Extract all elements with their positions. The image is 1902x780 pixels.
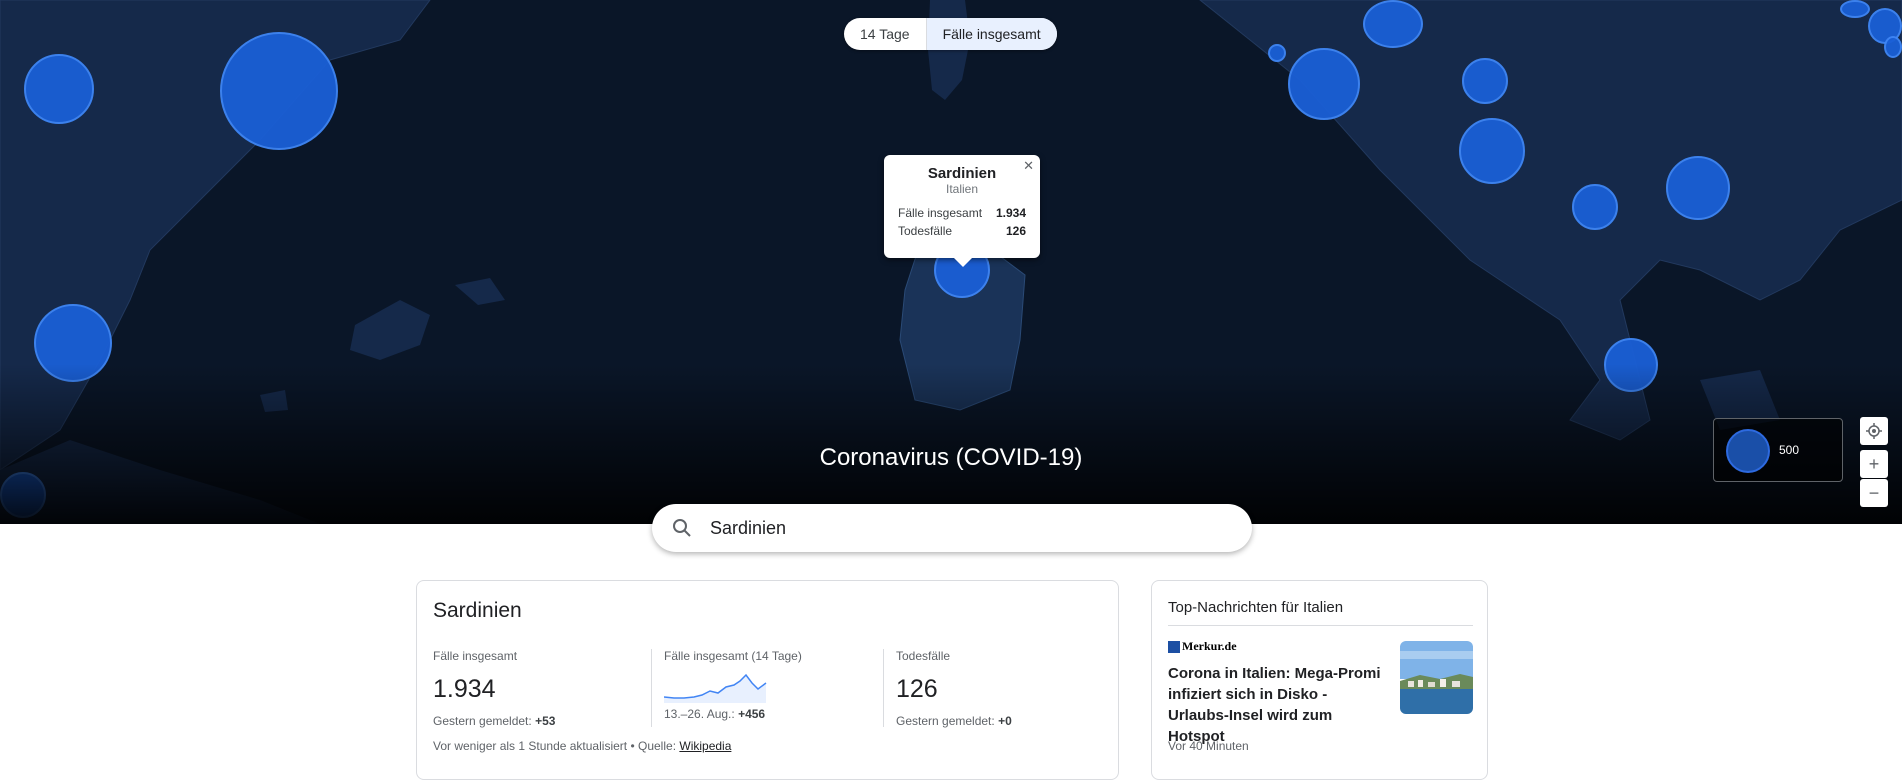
case-bubble[interactable]: [1884, 36, 1902, 58]
popup-row-deaths: Todesfälle 126: [898, 222, 1026, 240]
divider: [651, 649, 652, 727]
news-title: Top-Nachrichten für Italien: [1168, 599, 1344, 616]
stat-total-cases: Fälle insgesamt 1.934 Gestern gemeldet: …: [433, 649, 633, 728]
popup-value: 126: [1005, 224, 1026, 238]
toggle-14-days[interactable]: 14 Tage: [844, 18, 926, 50]
search-icon: [673, 519, 691, 537]
zoom-in-button[interactable]: +: [1860, 450, 1888, 478]
source-link[interactable]: Wikipedia: [679, 739, 731, 753]
case-bubble[interactable]: [1462, 58, 1508, 104]
legend-value: 500: [1779, 443, 1800, 457]
case-bubble[interactable]: [1459, 118, 1525, 184]
case-bubble[interactable]: [1288, 48, 1360, 120]
divider: [883, 649, 884, 727]
news-source-name: Merkur.de: [1182, 639, 1237, 653]
popup-label: Todesfälle: [898, 224, 953, 238]
stat-value: 1.934: [433, 675, 496, 703]
covid-map[interactable]: 14 Tage Fälle insgesamt ✕ Sardinien Ital…: [0, 0, 1902, 524]
stat-note: 13.–26. Aug.: +456: [664, 707, 766, 721]
case-bubble[interactable]: [1840, 0, 1870, 18]
legend-bubble: [1726, 429, 1770, 473]
case-bubble[interactable]: [1268, 44, 1286, 62]
case-bubble[interactable]: [1572, 184, 1618, 230]
stat-note: Gestern gemeldet: +53: [433, 714, 556, 728]
updated-text: Vor weniger als 1 Stunde aktualisiert: [433, 739, 628, 753]
stat-note: Gestern gemeldet: +0: [896, 714, 1012, 728]
popup-title: Sardinien: [927, 165, 997, 182]
trend-sparkline: [664, 673, 767, 703]
news-card: Top-Nachrichten für Italien Merkur.de Co…: [1151, 580, 1488, 780]
region-title: Sardinien: [433, 599, 522, 622]
close-icon[interactable]: ✕: [1023, 158, 1034, 174]
page-title: Coronavirus (COVID-19): [819, 444, 1083, 471]
locate-icon: [1866, 423, 1882, 439]
popup-row-total: Fälle insgesamt 1.934: [898, 204, 1026, 222]
region-popup: ✕ Sardinien Italien Fälle insgesamt 1.93…: [884, 155, 1040, 267]
stat-value: 126: [896, 675, 938, 703]
news-thumbnail-image: [1400, 641, 1473, 714]
stat-label: Fälle insgesamt (14 Tage): [664, 649, 802, 663]
stat-deaths: Todesfälle 126 Gestern gemeldet: +0: [896, 649, 1096, 728]
source-label: Quelle:: [638, 739, 677, 753]
locate-button[interactable]: [1860, 417, 1888, 445]
news-time: Vor 40 Minuten: [1168, 739, 1249, 753]
search-input[interactable]: [710, 517, 1210, 539]
metric-toggle[interactable]: 14 Tage Fälle insgesamt: [844, 18, 1057, 50]
stats-card: Sardinien Fälle insgesamt 1.934 Gestern …: [416, 580, 1119, 780]
news-source: Merkur.de: [1168, 639, 1237, 654]
news-headline-link[interactable]: Corona in Italien: Mega-Promi infiziert …: [1168, 663, 1388, 747]
case-bubble[interactable]: [1666, 156, 1730, 220]
zoom-out-button[interactable]: −: [1860, 479, 1888, 507]
merkur-logo-icon: [1168, 640, 1180, 653]
case-bubble[interactable]: [1363, 0, 1423, 48]
popup-value: 1.934: [995, 206, 1026, 220]
news-thumbnail[interactable]: [1400, 641, 1473, 714]
toggle-total-cases[interactable]: Fälle insgesamt: [925, 18, 1057, 50]
map-legend: 500: [1713, 418, 1843, 482]
case-bubble[interactable]: [220, 32, 338, 150]
case-bubble[interactable]: [24, 54, 94, 124]
divider: [1168, 625, 1473, 626]
popup-label: Fälle insgesamt: [898, 206, 983, 220]
stat-label: Fälle insgesamt: [433, 649, 518, 663]
stat-label: Todesfälle: [896, 649, 951, 663]
stat-14-day-cases: Fälle insgesamt (14 Tage) 13.–26. Aug.: …: [664, 649, 864, 721]
stats-footer: Vor weniger als 1 Stunde aktualisiert • …: [433, 739, 732, 753]
search-bar[interactable]: [652, 504, 1252, 552]
popup-subtitle: Italien: [945, 182, 979, 196]
